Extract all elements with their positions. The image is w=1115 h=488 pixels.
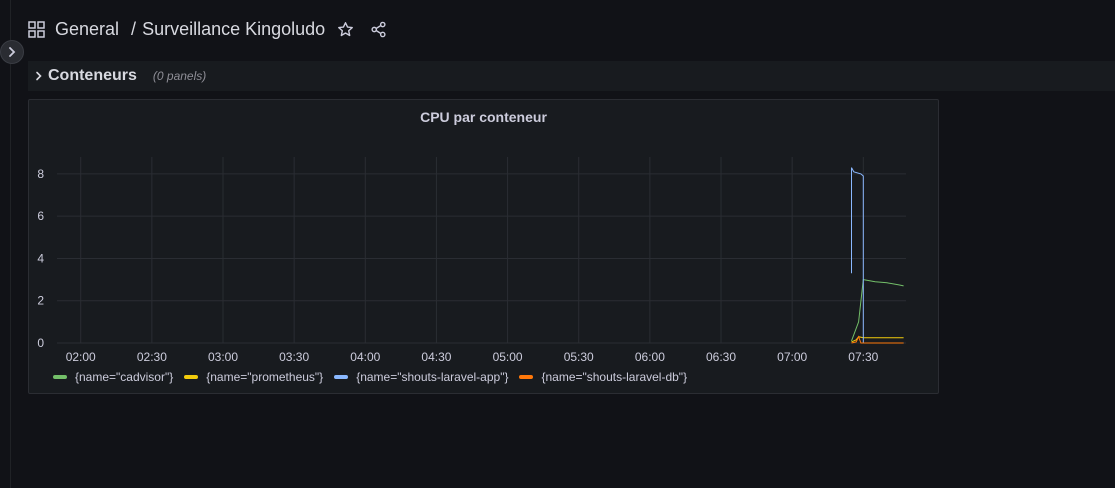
x-tick-label: 02:30: [137, 350, 167, 364]
series-line: [851, 279, 904, 342]
x-tick-label: 07:30: [848, 350, 878, 364]
legend-label: {name="cadvisor"}: [75, 370, 174, 384]
grid-icon: [28, 20, 45, 38]
x-tick-label: 03:00: [208, 350, 238, 364]
x-tick-label: 04:30: [421, 350, 451, 364]
breadcrumb-separator: /: [131, 18, 137, 39]
chart-legend: {name="cadvisor"} {name="prometheus"} {nam…: [53, 370, 698, 384]
legend-label: {name="shouts-laravel-app"}: [356, 370, 509, 384]
row-title[interactable]: Conteneurs: [48, 67, 137, 85]
x-tick-label: 05:00: [493, 350, 523, 364]
legend-label: {name="prometheus"}: [206, 370, 324, 384]
legend-swatch: [53, 375, 67, 379]
y-tick-label: 8: [37, 167, 44, 181]
cpu-chart: 02:00 02:30 03:00 03:30 04:00 04:30 05:00 05:30…: [37, 157, 906, 364]
legend-swatch: [519, 375, 534, 379]
x-tick-label: 05:30: [564, 350, 594, 364]
x-tick-label: 06:00: [635, 350, 665, 364]
legend-label: {name="shouts-laravel-db"}: [541, 370, 688, 384]
y-tick-label: 6: [37, 209, 44, 223]
legend-item[interactable]: {name="shouts-laravel-app"}: [334, 370, 508, 384]
row-panel-count: (0 panels): [152, 69, 207, 83]
x-tick-label: 03:30: [279, 350, 309, 364]
legend-item[interactable]: {name="shouts-laravel-db"}: [519, 370, 687, 384]
row-header-conteneurs[interactable]: Conteneurs (0 panels): [28, 61, 1115, 91]
chevron-right-icon[interactable]: [34, 71, 44, 81]
chevron-right-icon: [9, 47, 16, 57]
y-tick-label: 4: [37, 251, 44, 265]
left-rail: [0, 0, 11, 488]
x-tick-label: 02:00: [66, 350, 96, 364]
legend-item[interactable]: {name="cadvisor"}: [53, 370, 173, 384]
breadcrumb-folder-link[interactable]: General: [55, 19, 119, 40]
share-icon[interactable]: [370, 21, 387, 38]
dashboard-title: Surveillance Kingoludo: [142, 18, 326, 39]
star-icon[interactable]: [337, 21, 354, 38]
x-tick-label: 04:00: [350, 350, 380, 364]
legend-item[interactable]: {name="prometheus"}: [184, 370, 323, 384]
legend-swatch: [334, 375, 349, 379]
dashboard-nav: General / Surveillance Kingoludo: [28, 14, 387, 44]
sidebar-toggle-button[interactable]: [0, 40, 24, 64]
x-tick-label: 06:30: [706, 350, 736, 364]
y-tick-label: 0: [37, 336, 44, 350]
legend-swatch: [184, 375, 199, 379]
cpu-panel[interactable]: CPU par conteneur 02:00 02:30 03:00 03:30 04…: [28, 99, 939, 394]
y-tick-label: 2: [37, 294, 44, 308]
x-tick-label: 07:00: [777, 350, 807, 364]
